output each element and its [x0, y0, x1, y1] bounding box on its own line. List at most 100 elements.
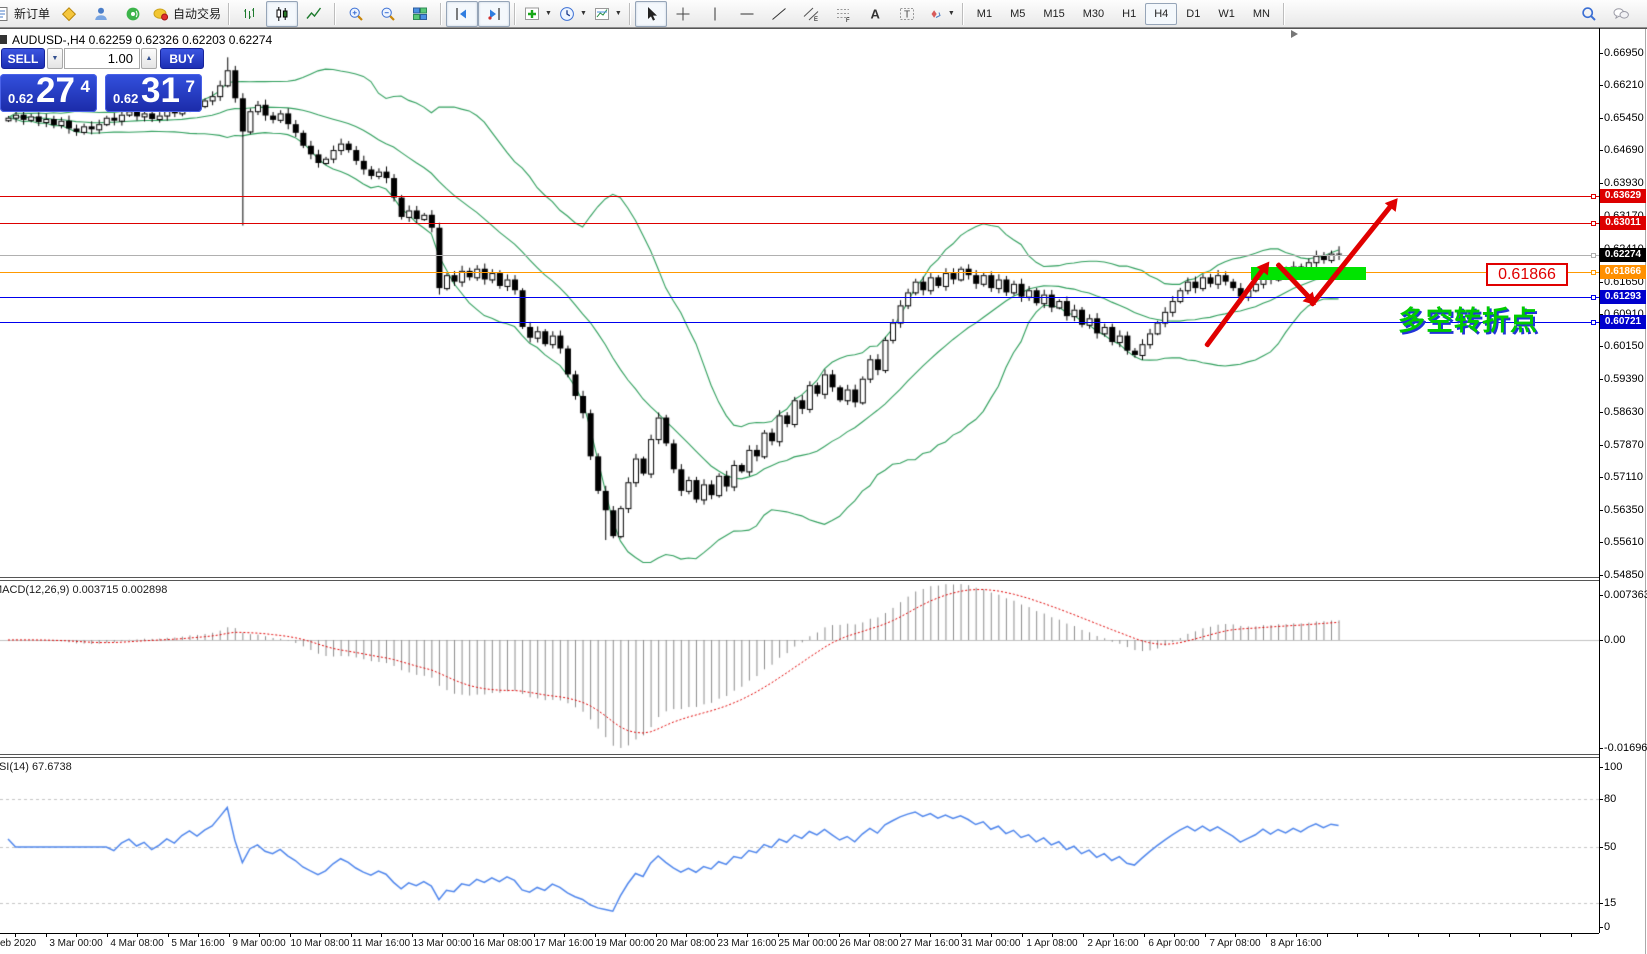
indicators-button[interactable]: ▼	[520, 1, 555, 27]
horizontal-line-button[interactable]	[731, 1, 763, 27]
bar-chart-button[interactable]	[234, 1, 266, 27]
accounts-button[interactable]	[85, 1, 117, 27]
timeframe-m15-button[interactable]: M15	[1034, 3, 1073, 25]
channel-icon: E	[802, 5, 820, 23]
templates-button[interactable]: ▼	[590, 1, 625, 27]
volume-down-button[interactable]: ▼	[47, 48, 63, 69]
price-note-box[interactable]: 0.61866	[1486, 263, 1568, 286]
timeframe-h4-button[interactable]: H4	[1145, 3, 1177, 25]
new-order-button[interactable]: 新订单	[0, 1, 53, 27]
autotrade-icon	[152, 5, 170, 23]
cursor-button[interactable]	[635, 1, 667, 27]
time-axis-label: 20 Mar 08:00	[657, 938, 716, 949]
horizontal-level-line[interactable]	[0, 255, 1599, 256]
auto-scroll-button[interactable]	[478, 1, 510, 27]
text-label-button[interactable]: T	[891, 1, 923, 27]
auto-trading-button[interactable]: 自动交易	[149, 1, 224, 27]
timeframe-m5-button[interactable]: M5	[1001, 3, 1034, 25]
time-axis-label: 9 Mar 00:00	[232, 938, 285, 949]
time-axis-label: 3 Mar 00:00	[49, 938, 102, 949]
line-chart-button[interactable]	[298, 1, 330, 27]
price-chart-canvas[interactable]	[0, 28, 1599, 933]
time-tick	[1510, 933, 1511, 937]
dropdown-arrow-icon[interactable]: ▼	[580, 10, 587, 17]
periods-button[interactable]: ▼	[555, 1, 590, 27]
axis-tick-label: 0.54850	[1604, 569, 1644, 581]
volume-up-button[interactable]: ▲	[141, 48, 157, 69]
macd-axis-label: 0.00	[1604, 634, 1625, 646]
text-button[interactable]: A	[859, 1, 891, 27]
time-tick	[198, 933, 199, 937]
time-tick	[1540, 933, 1541, 937]
tag-connector	[1591, 270, 1596, 275]
crosshair-icon	[674, 5, 692, 23]
vertical-line-button[interactable]	[699, 1, 731, 27]
volume-field[interactable]: 1.00	[64, 48, 140, 69]
time-tick	[1235, 933, 1236, 937]
timeframe-h1-button[interactable]: H1	[1113, 3, 1145, 25]
timeframe-d1-button[interactable]: D1	[1177, 3, 1209, 25]
crosshair-button[interactable]	[667, 1, 699, 27]
search-icon[interactable]	[1573, 1, 1605, 27]
zoom-out-button[interactable]	[372, 1, 404, 27]
zoom-in-button[interactable]	[340, 1, 372, 27]
rsi-label: RSI(14) 67.6738	[0, 761, 72, 773]
axis-tick	[1599, 510, 1603, 511]
channel-button[interactable]: E	[795, 1, 827, 27]
candle-chart-button[interactable]	[266, 1, 298, 27]
horizontal-level-line[interactable]	[0, 297, 1599, 298]
axis-tick-label: 0.60150	[1604, 340, 1644, 352]
time-tick	[290, 933, 291, 937]
zoomin-icon	[347, 5, 365, 23]
time-axis-label: 6 Apr 00:00	[1148, 938, 1199, 949]
fibonacci-button[interactable]: F	[827, 1, 859, 27]
sell-button[interactable]: SELL	[1, 48, 45, 69]
time-tick	[503, 933, 504, 937]
time-tick	[76, 933, 77, 937]
time-tick	[1479, 933, 1480, 937]
tile-windows-button[interactable]	[404, 1, 436, 27]
time-tick	[107, 933, 108, 937]
trendline-button[interactable]	[763, 1, 795, 27]
time-axis-label: 26 Mar 08:00	[840, 938, 899, 949]
market-watch-button[interactable]	[53, 1, 85, 27]
time-tick	[1449, 933, 1450, 937]
time-tick	[351, 933, 352, 937]
time-axis-label: 11 Mar 16:00	[352, 938, 410, 949]
price-tag: 0.61866	[1600, 265, 1646, 279]
time-axis-label: 17 Mar 16:00	[535, 938, 594, 949]
timeframe-mn-button[interactable]: MN	[1244, 3, 1279, 25]
chart-shift-button[interactable]	[446, 1, 478, 27]
buy-button[interactable]: BUY	[160, 48, 204, 69]
axis-tick-label: 0.55610	[1604, 536, 1644, 548]
timeframe-m30-button[interactable]: M30	[1074, 3, 1113, 25]
sell-price-box[interactable]: 0.62 27 4	[0, 74, 97, 112]
turning-point-note[interactable]: 多空转折点	[1398, 299, 1538, 338]
axis-tick	[1599, 575, 1603, 576]
signals-button[interactable]	[117, 1, 149, 27]
horizontal-level-line[interactable]	[0, 196, 1599, 197]
chat-icon[interactable]	[1605, 1, 1637, 27]
dropdown-arrow-icon[interactable]: ▼	[948, 10, 955, 17]
horizontal-level-line[interactable]	[0, 223, 1599, 224]
dropdown-arrow-icon[interactable]: ▼	[545, 10, 552, 17]
timeframe-w1-button[interactable]: W1	[1209, 3, 1244, 25]
time-tick	[595, 933, 596, 937]
symbol-header: AUDUSD-,H4 0.62259 0.62326 0.62203 0.622…	[12, 33, 272, 47]
axis-tick	[1599, 118, 1603, 119]
time-tick	[46, 933, 47, 937]
timeframe-m1-button[interactable]: M1	[968, 3, 1001, 25]
time-tick	[1144, 933, 1145, 937]
axis-tick-label: 0.63930	[1604, 177, 1644, 189]
time-tick	[1388, 933, 1389, 937]
time-tick	[869, 933, 870, 937]
buy-price-box[interactable]: 0.62 31 7	[105, 74, 202, 112]
scroll-to-end-marker[interactable]	[1291, 30, 1298, 38]
time-tick	[15, 933, 16, 937]
sell-price-base: 0.62	[8, 91, 33, 106]
horizontal-level-line[interactable]	[0, 322, 1599, 323]
dropdown-arrow-icon[interactable]: ▼	[615, 10, 622, 17]
trendline-icon	[770, 5, 788, 23]
arrows-button[interactable]: ▼	[923, 1, 958, 27]
macd-axis-label: 0.007363	[1604, 589, 1647, 601]
